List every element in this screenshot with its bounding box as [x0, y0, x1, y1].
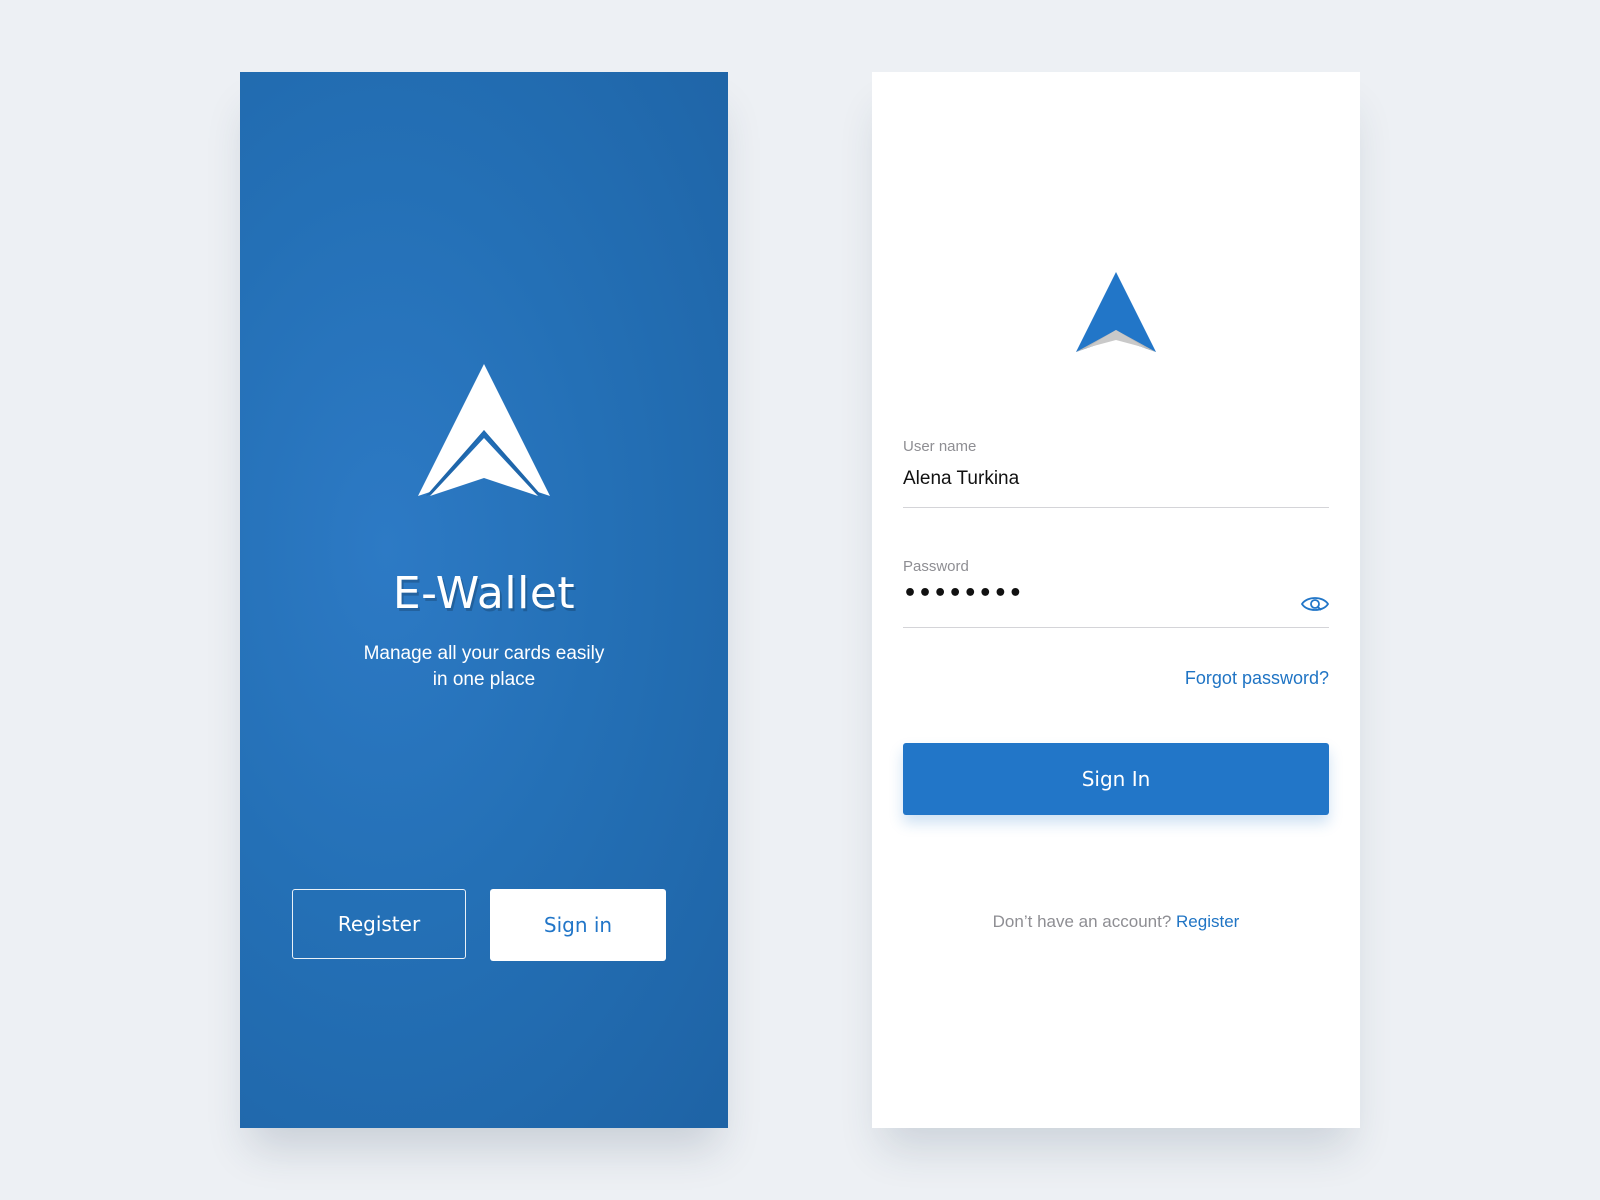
username-field[interactable]	[903, 466, 1303, 492]
register-link[interactable]: Register	[1176, 912, 1239, 931]
password-label: Password	[903, 558, 969, 575]
password-field[interactable]: ••••••••	[903, 581, 1303, 606]
app-logo-icon	[1076, 272, 1156, 352]
app-tagline: Manage all your cards easily in one plac…	[334, 641, 634, 693]
app-logo-icon	[418, 364, 550, 496]
app-title: E-Wallet	[392, 568, 576, 619]
register-button[interactable]: Register	[292, 889, 466, 959]
username-label: User name	[903, 438, 977, 455]
eye-icon[interactable]	[1300, 593, 1330, 615]
tagline-line-1: Manage all your cards easily	[363, 643, 605, 664]
stage: E-Wallet Manage all your cards easily in…	[0, 0, 1600, 1200]
splash-screen: E-Wallet Manage all your cards easily in…	[240, 72, 728, 1128]
register-prompt-text: Don’t have an account?	[992, 912, 1172, 931]
password-underline	[903, 627, 1329, 628]
sign-in-button[interactable]: Sign in	[490, 889, 666, 961]
tagline-line-2: in one place	[432, 669, 536, 690]
username-underline	[903, 507, 1329, 508]
sign-in-screen: User name Password •••••••• Forgot passw…	[872, 72, 1360, 1128]
forgot-password-link[interactable]: Forgot password?	[1129, 668, 1329, 689]
register-prompt: Don’t have an account? Register	[872, 912, 1360, 932]
sign-in-submit-button[interactable]: Sign In	[903, 743, 1329, 815]
